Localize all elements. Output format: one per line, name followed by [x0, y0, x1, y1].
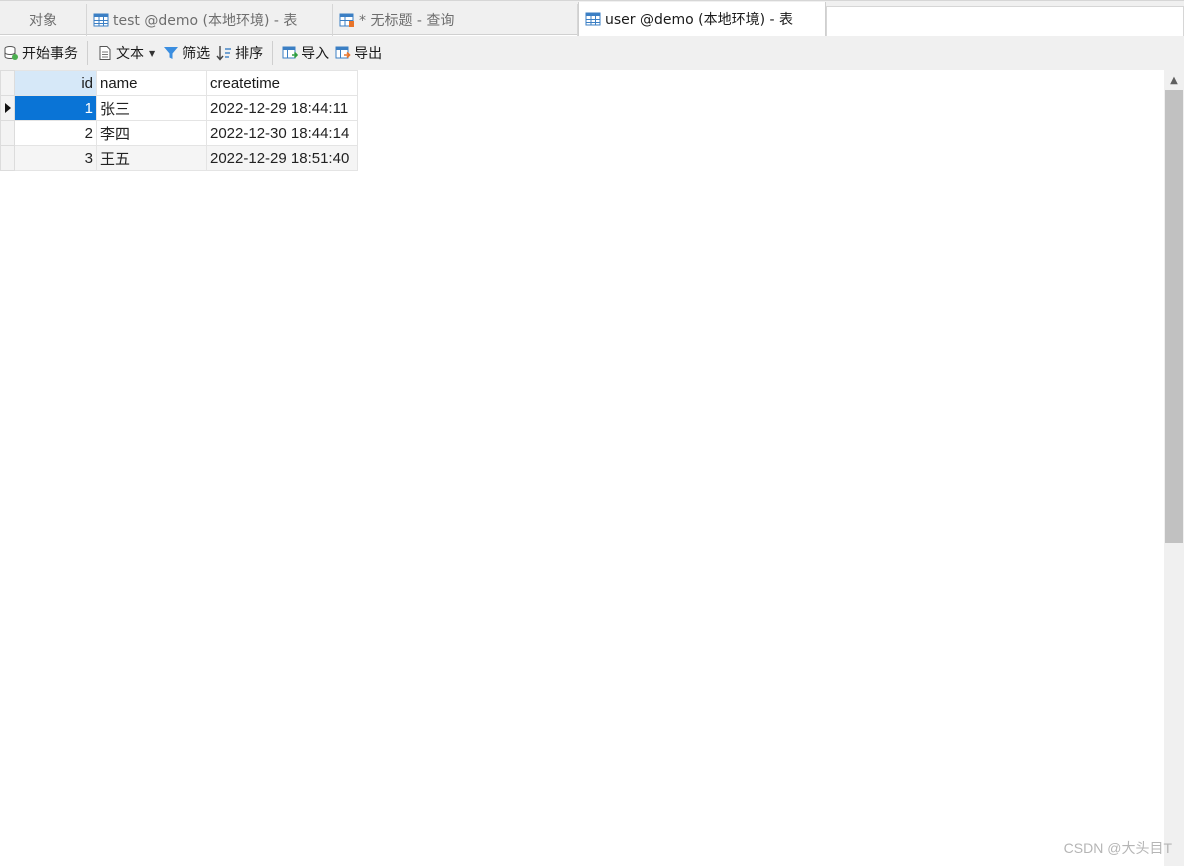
- tab-user-table[interactable]: user @demo (本地环境) - 表: [578, 2, 826, 36]
- column-header-name[interactable]: name: [96, 70, 207, 96]
- cell-name[interactable]: 王五: [96, 145, 207, 171]
- tab-label: user @demo (本地环境) - 表: [605, 12, 794, 28]
- toolbar: 开始事务 文本 ▼ 筛选 排序 导入 导出: [0, 36, 1184, 70]
- filter-button[interactable]: 筛选: [160, 39, 213, 67]
- tab-objects-label: 对象: [29, 13, 57, 29]
- tab-test-table[interactable]: test @demo (本地环境) - 表: [87, 4, 333, 36]
- cell-createtime[interactable]: 2022-12-30 18:44:14: [206, 120, 358, 146]
- import-icon: [282, 46, 299, 59]
- tab-objects[interactable]: 对象: [0, 4, 87, 36]
- cell-createtime[interactable]: 2022-12-29 18:51:40: [206, 145, 358, 171]
- cell-id[interactable]: 3: [14, 145, 97, 171]
- tab-bar-empty-area: [826, 6, 1184, 36]
- database-transaction-icon: [4, 46, 18, 60]
- tab-untitled-query[interactable]: * 无标题 - 查询: [333, 4, 578, 36]
- export-label: 导出: [354, 46, 383, 62]
- cell-createtime[interactable]: 2022-12-29 18:44:11: [206, 95, 358, 121]
- funnel-icon: [164, 47, 179, 59]
- row-header-corner[interactable]: [0, 70, 15, 96]
- cell-id[interactable]: 2: [14, 120, 97, 146]
- vertical-scrollbar[interactable]: ▲: [1164, 70, 1184, 866]
- filter-label: 筛选: [182, 46, 211, 62]
- cell-name[interactable]: 张三: [96, 95, 207, 121]
- row-indicator[interactable]: [0, 120, 15, 146]
- row-indicator[interactable]: [0, 95, 15, 121]
- column-header-id[interactable]: id: [14, 70, 97, 96]
- scroll-up-arrow-icon[interactable]: ▲: [1164, 70, 1184, 90]
- cell-id[interactable]: 1: [14, 95, 97, 121]
- tab-label: test @demo (本地环境) - 表: [113, 13, 298, 29]
- header-row: id name createtime: [0, 70, 358, 96]
- table-icon: [93, 13, 109, 27]
- column-header-createtime[interactable]: createtime: [206, 70, 358, 96]
- text-view-label: 文本: [116, 46, 144, 62]
- chevron-down-icon: ▼: [149, 48, 156, 58]
- table-row[interactable]: 2 李四 2022-12-30 18:44:14: [0, 120, 358, 146]
- sort-button[interactable]: 排序: [213, 39, 266, 67]
- export-button[interactable]: 导出: [332, 39, 385, 67]
- table-row[interactable]: 1 张三 2022-12-29 18:44:11: [0, 95, 358, 121]
- cell-name[interactable]: 李四: [96, 120, 207, 146]
- table-icon: [585, 12, 601, 26]
- scrollbar-thumb[interactable]: [1165, 90, 1183, 543]
- text-view-dropdown[interactable]: 文本 ▼: [94, 39, 160, 67]
- watermark: CSDN @大头目T: [1063, 840, 1172, 856]
- document-icon: [99, 46, 111, 60]
- begin-transaction-label: 开始事务: [22, 46, 78, 62]
- sort-icon: [216, 46, 232, 61]
- toolbar-divider: [272, 41, 274, 65]
- table-row[interactable]: 3 王五 2022-12-29 18:51:40: [0, 145, 358, 171]
- begin-transaction-button[interactable]: 开始事务: [0, 39, 81, 67]
- query-icon: [339, 13, 354, 27]
- data-grid[interactable]: id name createtime 1 张三 2022-12-29 18:44…: [0, 70, 1164, 866]
- toolbar-divider: [87, 41, 88, 65]
- sort-label: 排序: [235, 46, 264, 62]
- current-row-arrow-icon: [4, 103, 11, 113]
- export-icon: [335, 46, 351, 59]
- import-label: 导入: [301, 46, 330, 62]
- data-table: id name createtime 1 张三 2022-12-29 18:44…: [0, 70, 358, 171]
- import-button[interactable]: 导入: [279, 39, 332, 67]
- row-indicator[interactable]: [0, 145, 15, 171]
- tab-bar: 对象 test @demo (本地环境) - 表 * 无标题 - 查询 user…: [0, 0, 1184, 36]
- tab-label: * 无标题 - 查询: [359, 13, 455, 29]
